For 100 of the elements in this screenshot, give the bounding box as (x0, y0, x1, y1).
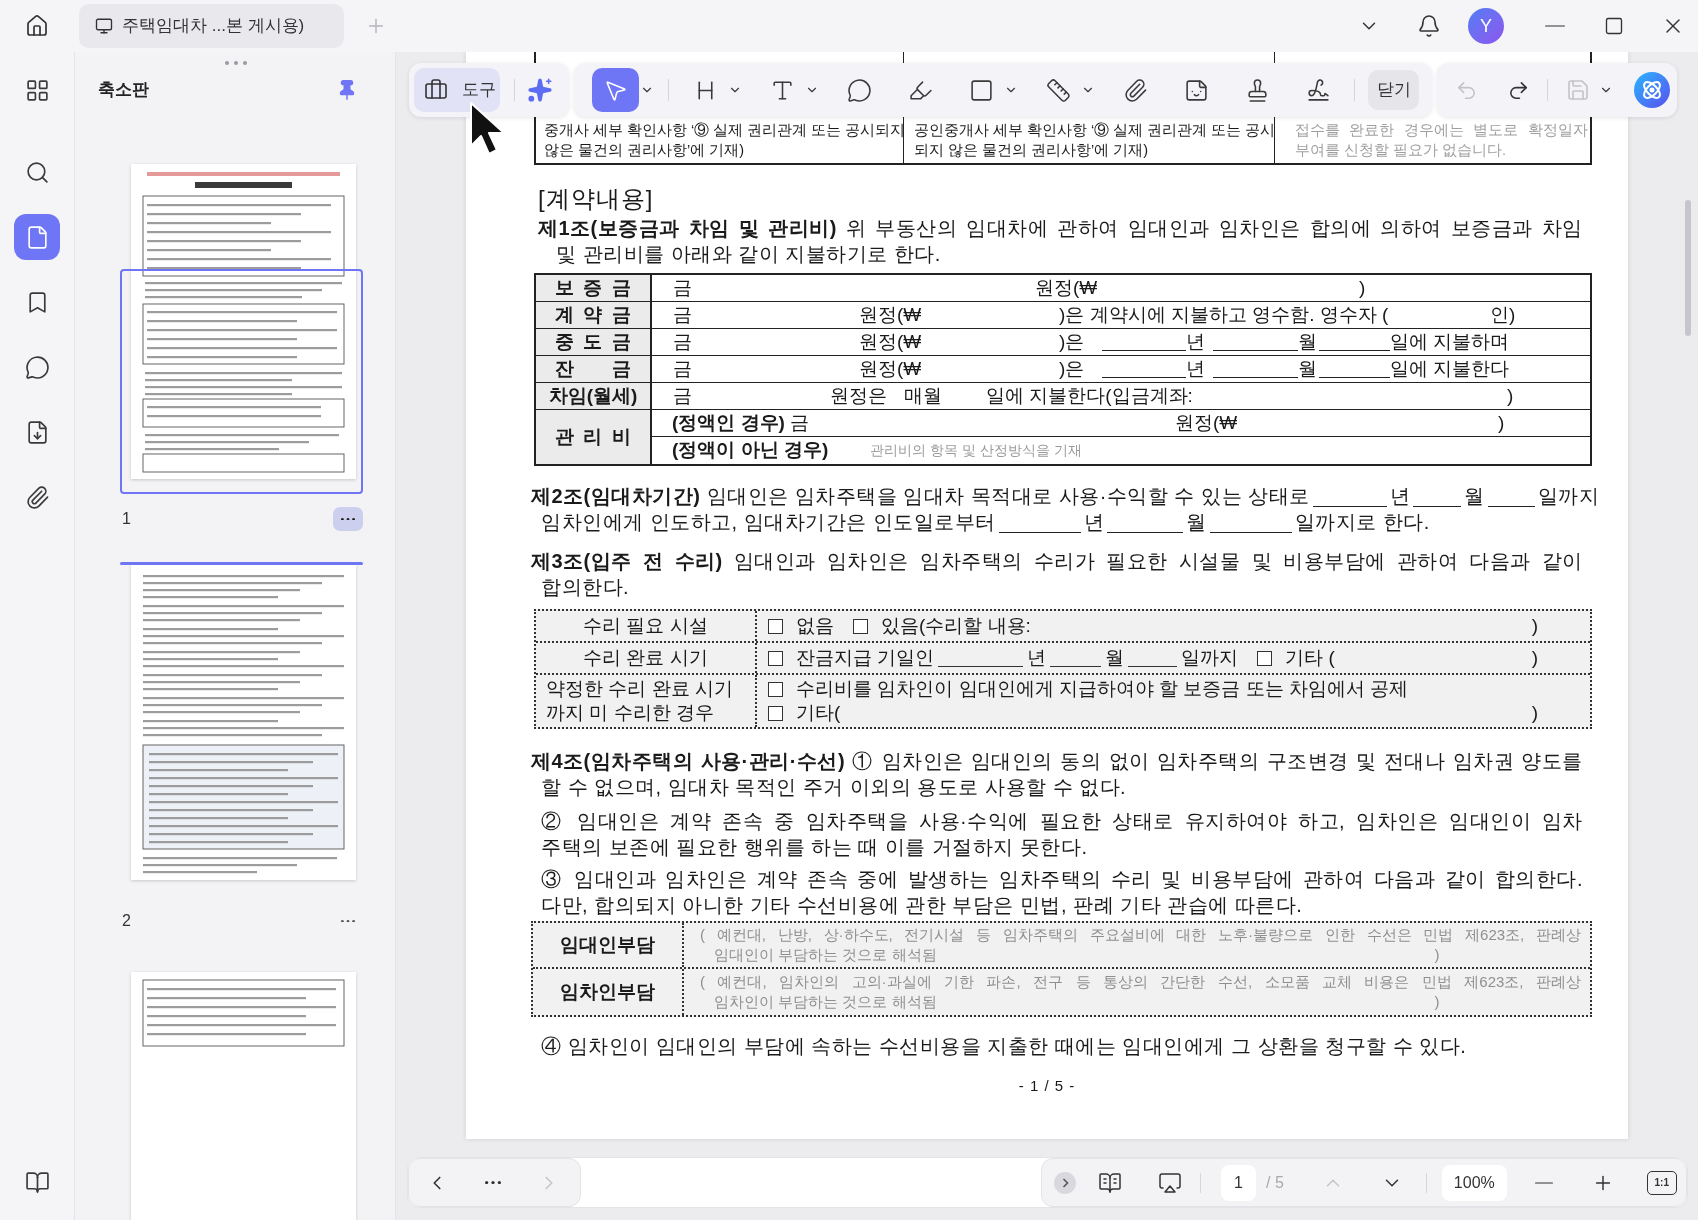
grid-icon (24, 77, 50, 103)
cell-text: ) (1531, 645, 1538, 670)
cell-text: ) (1359, 275, 1366, 300)
select-tool-button[interactable] (592, 68, 639, 112)
option-label: 년 (1027, 645, 1047, 670)
row-header-cell: 수리 필요 시설 (536, 611, 757, 641)
expand-button[interactable] (1054, 1171, 1076, 1194)
option-label: 없음 (796, 613, 834, 638)
row-header-cell: 잔 금 (536, 356, 652, 382)
cell-text: 일에 지불하며 (1390, 329, 1510, 354)
cell-text: )은 (1059, 329, 1085, 354)
row-header-cell: 계 약 금 (536, 302, 652, 328)
scrollbar-thumb[interactable] (1685, 200, 1691, 336)
tools-mode-button[interactable]: 도구 (414, 68, 500, 112)
minimize-icon (1545, 25, 1565, 27)
cell-text: ) (1507, 383, 1514, 408)
avatar-button[interactable]: Y (1468, 8, 1504, 44)
search-icon (24, 159, 50, 185)
note-text: ( 예컨대, 난방, 상·하수도, 전기시설 등 임차주택의 주요설비에 대한 노후·불량으로 인한 수선은 민법 제623조, 판례상 임대인이 부담하는 것으로 해석됨 ) (700, 925, 1581, 965)
article-paragraph: ② 임대인은 계약 존속 중 임차주택을 사용·수익에 필요한 상태로 유지하여야 하고, 임차인은 임대인이 임차 주택의 보존에 필요한 행위를 하는 때 이를 거절하지 못한다. (540, 809, 1583, 860)
cell-text: )은 (1059, 356, 1085, 381)
home-icon (25, 14, 49, 38)
maximize-icon (1604, 16, 1624, 36)
article-paragraph: 제1조(보증금과 차임 및 관리비) 위 부동산의 임대차에 관하여 임대인과 임차인은 합의에 의하여 보증금과 차임 및 관리비를 아래와 같이 지불하기로 한다. (537, 216, 1583, 267)
row-header-cell: 임차인부담 (533, 969, 684, 1015)
cell-text: 인) (1490, 302, 1516, 327)
close-tools-button[interactable]: 닫기 (1368, 70, 1419, 110)
article-paragraph: ③ 임대인과 임차인은 계약 존속 중에 발생하는 임차주택의 수리 및 비용부담에 관하여 다음과 같이 합의한다. 다만, 합의되지 아니한 기타 수선비용에 관한 부담은 민법, 판례 기타 관습에 따른다. (540, 867, 1583, 918)
cell-text: 원정(₩ (859, 329, 922, 354)
cell-text: 일에 지불한다 (1390, 356, 1510, 381)
cell-text: 금 (673, 329, 692, 354)
ellipsis-icon (341, 517, 355, 521)
page-thumbnail[interactable] (131, 565, 356, 880)
cell-text: (정액인 경우) 금 (672, 410, 810, 435)
minus-icon (1534, 1181, 1553, 1184)
article-text: 월 (1464, 485, 1485, 507)
option-label: 수리비를 임차인이 임대인에게 지급하여야 할 보증금 또는 차임에서 공제 (796, 676, 1409, 701)
cell-text: 년 (1186, 356, 1205, 381)
speech-bubble-icon (24, 354, 50, 380)
more-button[interactable] (333, 507, 363, 531)
article-text: 년 (1083, 511, 1105, 533)
page-number-label: 1 (122, 509, 131, 529)
cell-text: 원정은 (830, 383, 887, 408)
note-text: ( 예컨대, 임차인의 고의·과실에 기한 파손, 전구 등 통상의 간단한 수선, 소모품 교체 비용은 민법 제623조, 판례상 임차인이 부담하는 것으로 해석됨 ) (700, 972, 1581, 1012)
assistant-button[interactable] (1633, 71, 1671, 109)
cell-text: (정액이 아닌 경우) (672, 438, 829, 463)
cell-text: 원정(₩ (859, 356, 922, 381)
article-text: 일까지로 한다. (1294, 511, 1430, 533)
briefcase-icon (424, 78, 448, 102)
article-text: 년 (1389, 485, 1411, 507)
cell-text: 일에 지불한다(입금계좌: (986, 383, 1193, 408)
article-paragraph: ④ 임차인이 임대인의 부담에 속하는 수선비용을 지출한 때에는 임대인에게 그 상환을 청구할 수 있다. (540, 1034, 1468, 1059)
bell-icon (1417, 14, 1441, 38)
actual-size-button[interactable]: 1:1 (1646, 1170, 1677, 1195)
row-header-cell: 수리 완료 시기 (536, 643, 757, 673)
article-text: 월 (1186, 511, 1207, 533)
page-number-field[interactable]: 1 (1221, 1164, 1256, 1201)
page-thumbnail[interactable] (131, 972, 356, 1220)
cell-text: 관리비의 항목 및 산정방식을 기재 (870, 441, 1082, 460)
atom-icon (1634, 72, 1670, 108)
panel-title: 축소판 (98, 79, 149, 102)
square-icon (968, 77, 994, 103)
article-text: 일까지 (1537, 485, 1600, 507)
article-text: 제2조(임대차기간) 임대인은 임차주택을 임대차 목적대로 사용·수익할 수 있는 상태로 (531, 485, 1310, 507)
article-paragraph: 제4조(임차주택의 사용·관리·수선) ① 임차인은 임대인의 동의 없이 임차주택의 구조변경 및 전대나 임차권 양도를 할 수 없으며, 임대차 목적인 주거 이외의 용도로 사용할 수 없다. (531, 749, 1583, 800)
zoom-field[interactable]: 100% (1441, 1164, 1507, 1201)
page-footer: - 1 / 5 - (1018, 1076, 1076, 1096)
option-label: 잔금지급 기일인 (796, 645, 935, 670)
row-header-cell: 임대인부담 (533, 923, 684, 967)
section-heading: [계약내용] (537, 184, 655, 214)
ellipsis-icon (341, 919, 355, 923)
cell-text: 금 (673, 302, 692, 327)
option-label: 일까지 (1181, 645, 1239, 670)
paperclip-icon (24, 484, 50, 510)
drag-handle-icon[interactable] (225, 61, 247, 65)
article-paragraph: 제3조(입주 전 수리) 임대인과 임차인은 임차주택의 수리가 필요한 시설물 및 비용부담에 관하여 다음과 같이 합의한다. (531, 549, 1583, 600)
cell-text: 월 (1298, 356, 1317, 381)
cell-text: 년 (1186, 329, 1205, 354)
row-header-cell: 중 도 금 (536, 329, 652, 355)
cell-text: 금 (673, 356, 692, 381)
cell-text: 원정(₩ (1035, 275, 1098, 300)
speech-bubble-icon (846, 77, 872, 103)
article-text: 임차인에게 인도하고, 임대차기간은 인도일로부터 (541, 511, 996, 533)
document-tab[interactable]: 주택임대차 ...본 게시용) (79, 4, 344, 48)
cell-text: ) (1531, 613, 1538, 638)
cell-text: 접수를 완료한 경우에는 별도로 확정일자 부여를 신청할 필요가 없습니다. (1295, 121, 1588, 160)
option-label: 기타 ( (1285, 645, 1335, 670)
chevron-circle-icon (1054, 1171, 1076, 1194)
option-label: 기타( (796, 700, 841, 725)
page-thumbnail[interactable] (131, 164, 356, 479)
option-label: 월 (1105, 645, 1125, 670)
cell-text: )은 계약시에 지불하고 영수함. 영수자 ( (1059, 302, 1389, 327)
open-book-icon (1098, 1170, 1122, 1195)
paperclip-icon (1122, 77, 1148, 103)
page-count-label: / 5 (1266, 1172, 1284, 1193)
cell-text: 매월 (904, 383, 942, 408)
book-icon (24, 1169, 50, 1195)
screen-icon (1158, 1170, 1182, 1195)
option-label: 있음(수리할 내용: (881, 613, 1031, 638)
cell-text: 월 (1298, 329, 1317, 354)
